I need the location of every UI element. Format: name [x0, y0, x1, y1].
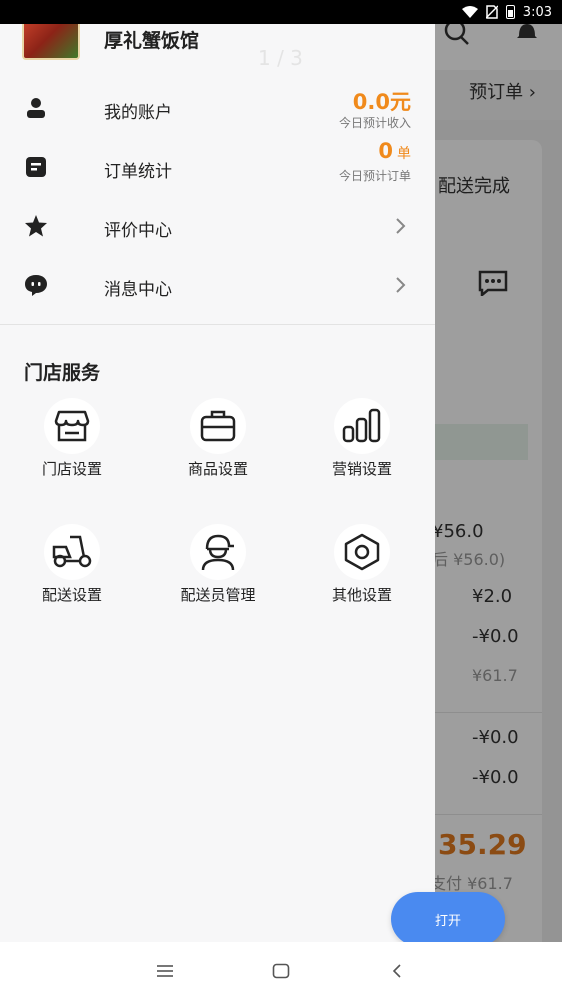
- page-indicator: 1 / 3: [258, 46, 303, 70]
- home-square-icon: [272, 963, 290, 979]
- store-avatar[interactable]: [22, 18, 80, 60]
- status-time: 3:03: [522, 4, 552, 20]
- menu-item-reviews[interactable]: 评价中心: [0, 198, 435, 256]
- storefront-icon: [54, 410, 90, 442]
- income-value: 0.0元: [352, 90, 411, 114]
- service-label: 其他设置: [331, 586, 392, 604]
- service-icon-wrap: [334, 524, 390, 580]
- nav-home-button[interactable]: [268, 958, 294, 984]
- service-label: 营销设置: [331, 460, 392, 478]
- courier-icon: [201, 534, 235, 571]
- store-name: 厚礼蟹饭馆: [104, 30, 200, 52]
- menu-item-label: 订单统计: [104, 162, 172, 182]
- package-icon: [200, 410, 236, 442]
- star-icon: [25, 215, 47, 237]
- no-sim-icon: [485, 5, 498, 19]
- service-icon-wrap: [190, 398, 246, 454]
- bar-chart-icon: [342, 408, 381, 443]
- section-title-store-services: 门店服务: [24, 362, 101, 384]
- service-label: 配送员管理: [180, 586, 256, 604]
- menu-item-label: 消息中心: [104, 280, 172, 300]
- service-icon-wrap: [44, 524, 100, 580]
- menu-icon: [157, 965, 173, 977]
- orders-caption: 今日预计订单: [338, 169, 411, 183]
- income-caption: 今日预计收入: [338, 116, 411, 130]
- service-marketing-settings[interactable]: 营销设置: [297, 398, 427, 488]
- store-header: 厚礼蟹饭馆 1 / 3: [0, 18, 435, 74]
- menu-item-account[interactable]: 我的账户 0.0元 今日预计收入: [0, 80, 435, 138]
- chevron-right-icon: [396, 277, 406, 293]
- service-label: 商品设置: [187, 460, 248, 478]
- divider: [0, 324, 435, 325]
- menu-item-order-stats[interactable]: 订单统计 0单 今日预计订单: [0, 139, 435, 197]
- system-nav-bar: [0, 942, 562, 1000]
- nav-back-button[interactable]: [384, 958, 410, 984]
- wifi-icon: [461, 6, 478, 18]
- service-label: 门店设置: [41, 460, 102, 478]
- service-label: 配送设置: [41, 586, 102, 604]
- chevron-right-icon: [396, 218, 406, 234]
- service-icon-wrap: [334, 398, 390, 454]
- person-icon: [27, 98, 45, 118]
- status-bar: 3:03: [0, 0, 562, 24]
- menu-item-label: 我的账户: [104, 103, 172, 123]
- open-button[interactable]: 打开: [391, 892, 505, 946]
- service-delivery-settings[interactable]: 配送设置: [7, 524, 137, 614]
- menu-item-label: 评价中心: [104, 221, 172, 241]
- service-product-settings[interactable]: 商品设置: [153, 398, 283, 488]
- chat-bubble-icon: [25, 275, 47, 296]
- service-courier-management[interactable]: 配送员管理: [153, 524, 283, 614]
- battery-icon: [505, 5, 515, 19]
- delivery-scooter-icon: [52, 535, 92, 568]
- service-icon-wrap: [190, 524, 246, 580]
- service-icon-wrap: [44, 398, 100, 454]
- service-other-settings[interactable]: 其他设置: [297, 524, 427, 614]
- orders-icon: [26, 157, 46, 177]
- back-chevron-icon: [392, 964, 401, 978]
- orders-value: 0单: [378, 139, 411, 163]
- settings-hexagon-icon: [344, 533, 380, 571]
- navigation-drawer: 厚礼蟹饭馆 1 / 3 我的账户 0.0元 今日预计收入 订单统计 0单 今日预…: [0, 18, 435, 942]
- nav-menu-button[interactable]: [152, 958, 178, 984]
- service-store-settings[interactable]: 门店设置: [7, 398, 137, 488]
- menu-item-messages[interactable]: 消息中心: [0, 257, 435, 315]
